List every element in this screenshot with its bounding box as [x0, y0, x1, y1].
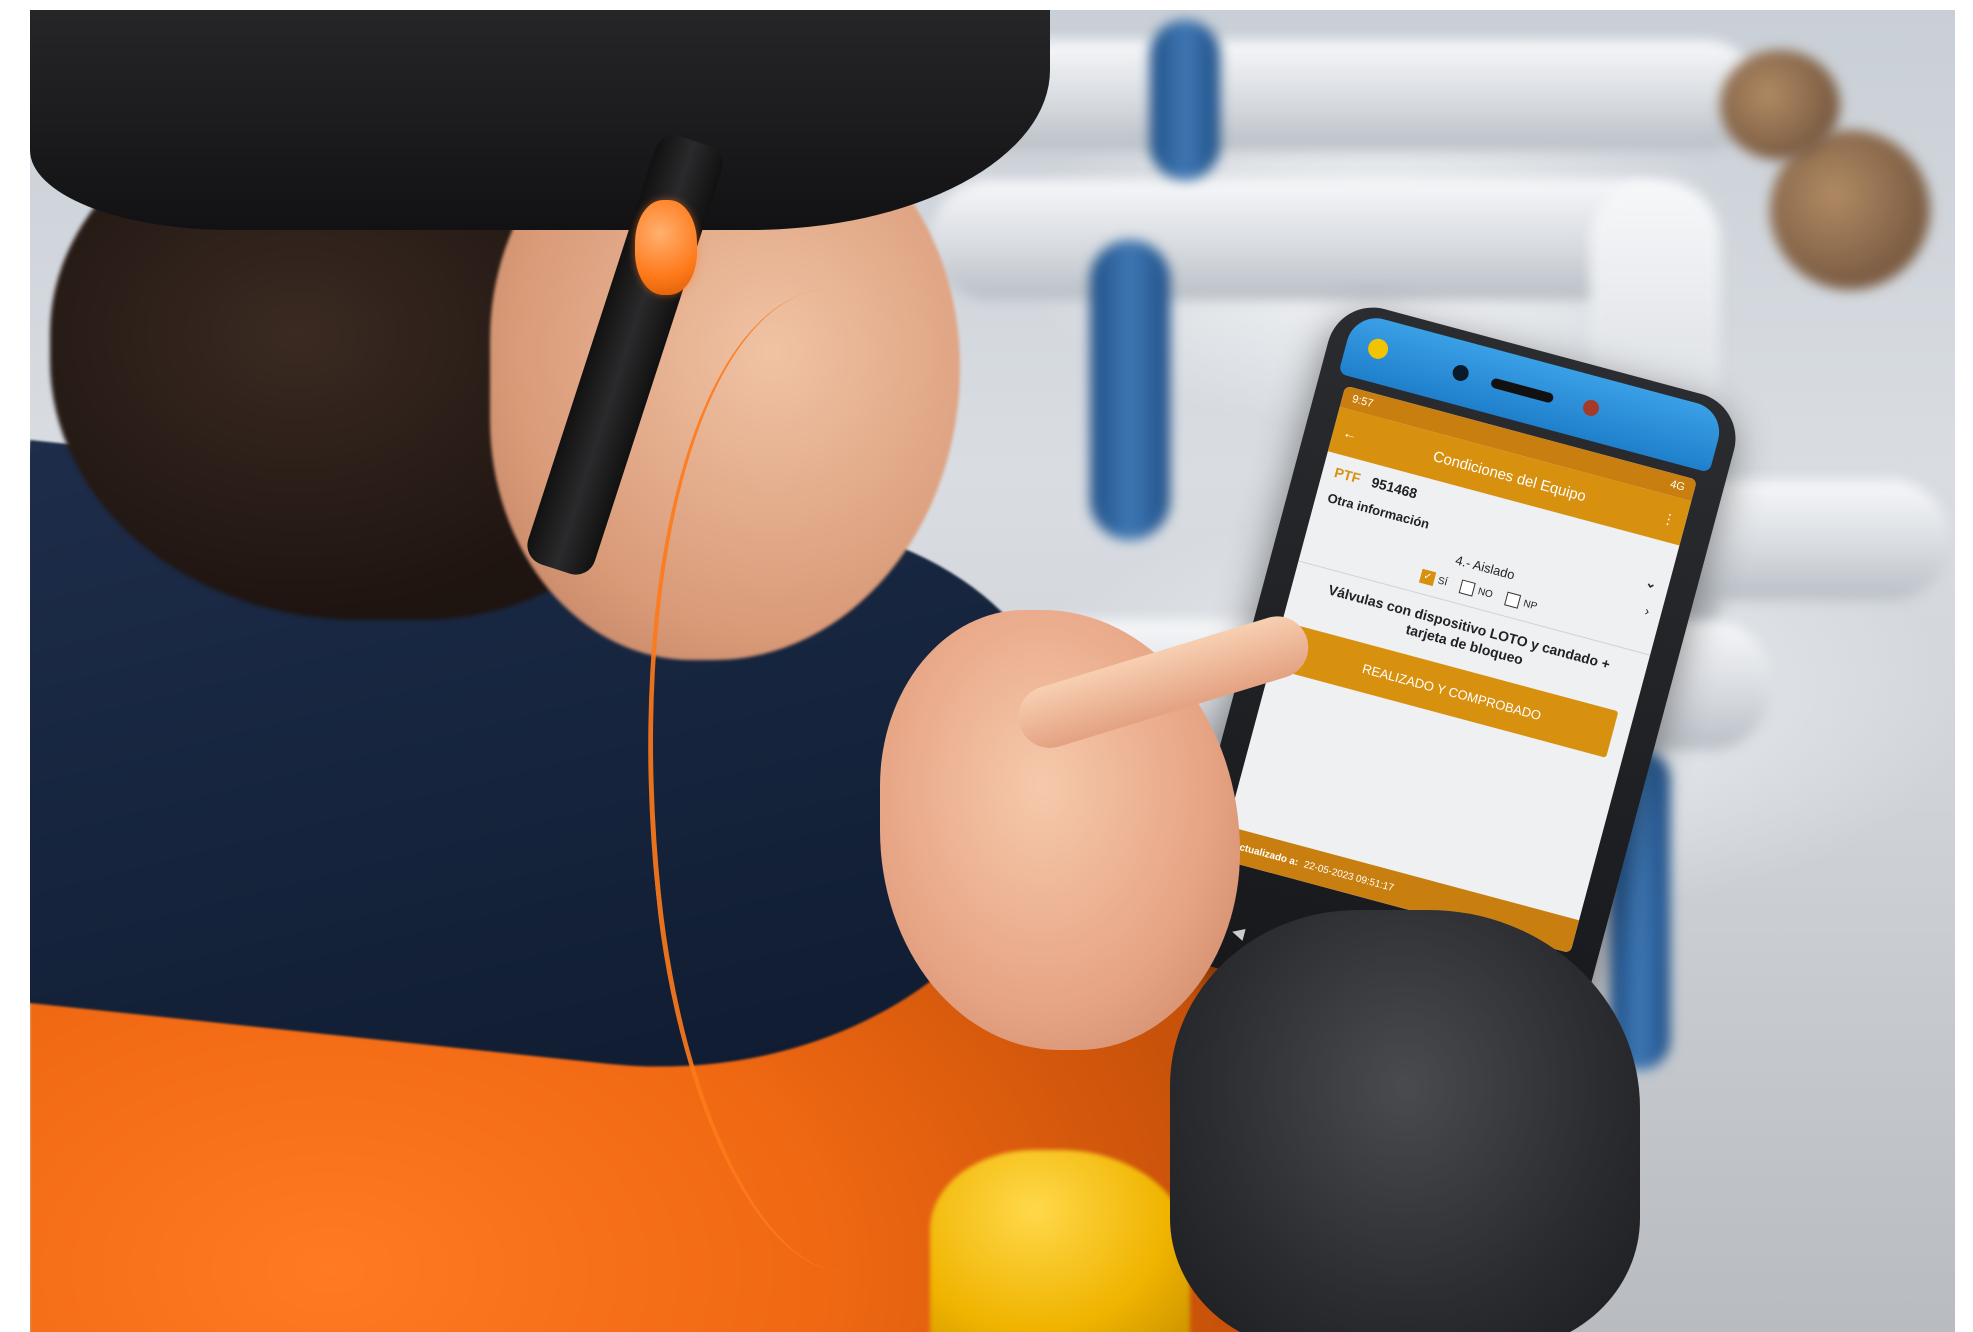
option-si[interactable]: ✓ SÍ — [1418, 568, 1449, 590]
option-label: NO — [1476, 585, 1495, 601]
background-pipe — [930, 180, 1690, 300]
worker-helmet — [30, 10, 1050, 230]
background-pipe — [1090, 240, 1170, 540]
back-key-icon[interactable]: ◀ — [1230, 921, 1247, 944]
updated-label: Actualizado a: — [1231, 839, 1300, 868]
earpiece-speaker — [1490, 377, 1555, 404]
checkbox-unchecked[interactable] — [1504, 591, 1522, 609]
worker-glove — [1170, 910, 1640, 1332]
chevron-down-icon: ⌄ — [1644, 574, 1659, 592]
option-np[interactable]: NP — [1504, 591, 1539, 614]
earplug-icon — [635, 200, 697, 295]
checkbox-checked[interactable]: ✓ — [1418, 568, 1437, 586]
sensor-icon — [1581, 398, 1601, 418]
checkbox-unchecked[interactable] — [1458, 579, 1477, 597]
front-camera-icon — [1450, 363, 1471, 383]
updated-value: 22-05-2023 09:51:17 — [1302, 858, 1396, 894]
ex-certification-icon — [1365, 336, 1391, 362]
photo-background: 9:57 4G ← Condiciones del Equipo ⋮ PTF 9… — [30, 10, 1955, 1332]
status-indicators: 4G — [1668, 478, 1687, 494]
background-pipe — [1150, 20, 1220, 180]
arrow-left-icon[interactable]: ← — [1341, 424, 1359, 443]
option-label: SÍ — [1436, 574, 1449, 588]
option-no[interactable]: NO — [1458, 579, 1495, 602]
ptf-label: PTF — [1332, 464, 1363, 487]
background-machinery — [1720, 50, 1840, 160]
status-time: 9:57 — [1350, 393, 1375, 411]
chevron-right-icon: › — [1643, 603, 1652, 619]
more-vert-icon[interactable]: ⋮ — [1660, 509, 1678, 529]
background-pipe — [960, 40, 1760, 150]
option-label: NP — [1522, 597, 1539, 613]
